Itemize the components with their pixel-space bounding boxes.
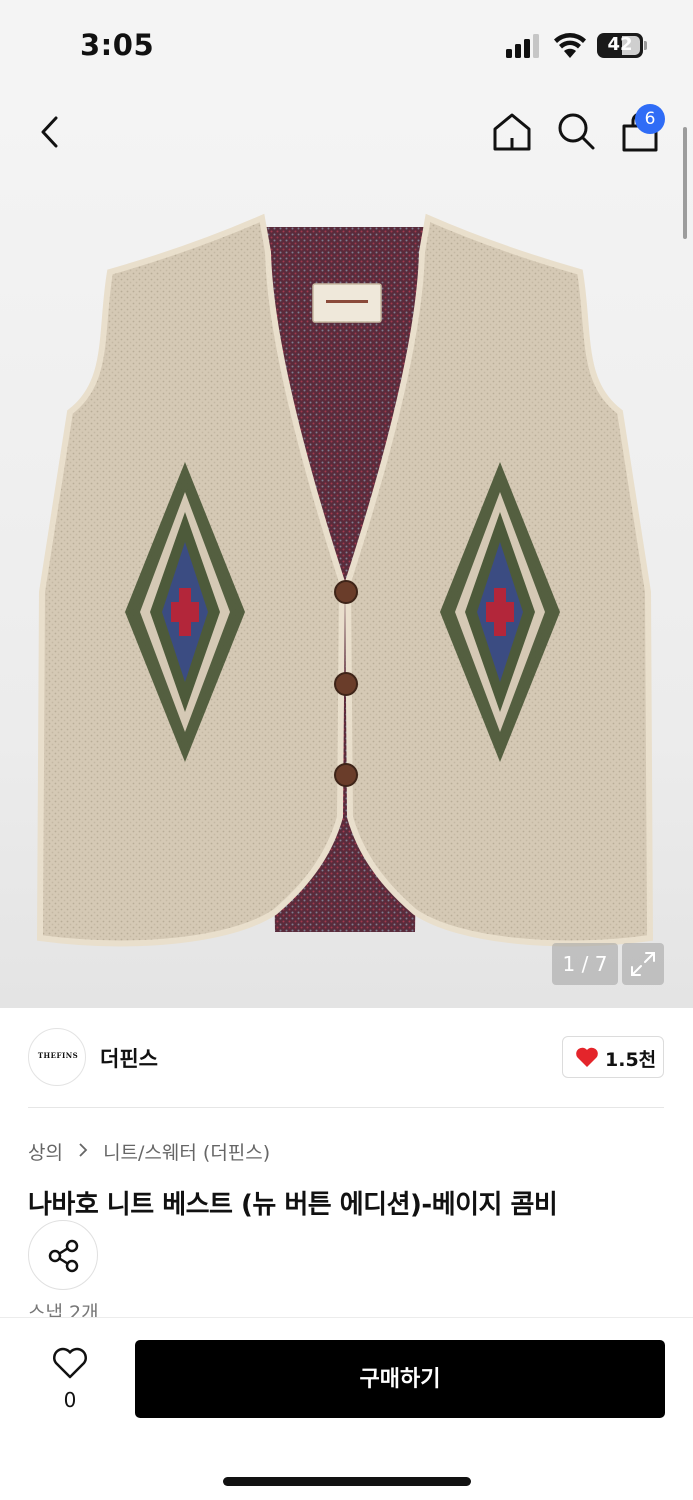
heart-icon (576, 1047, 598, 1067)
breadcrumb-item-category[interactable]: 상의 (28, 1138, 63, 1165)
brand-like-button[interactable]: 1.5천 (562, 1036, 664, 1078)
share-button[interactable] (28, 1220, 98, 1290)
status-bar: 3:05 42 (0, 0, 693, 92)
wifi-icon (554, 33, 586, 58)
search-icon[interactable] (555, 110, 597, 152)
breadcrumb: 상의 니트/스웨터 (더핀스) (28, 1138, 270, 1165)
product-image-gallery[interactable]: 6 1 / 7 (0, 92, 693, 1008)
gallery-counter: 1 / 7 (552, 943, 618, 985)
product-image (36, 213, 654, 947)
home-icon[interactable] (490, 110, 534, 154)
snap-count[interactable]: 스냅 2개 (28, 1298, 99, 1318)
brand-logo[interactable]: THEFINS (28, 1028, 86, 1086)
brand-logo-text: THEFINS (37, 1051, 79, 1060)
back-icon[interactable] (30, 112, 70, 152)
scrollbar[interactable] (683, 127, 687, 239)
signal-icon (506, 34, 539, 58)
home-indicator (223, 1477, 471, 1486)
breadcrumb-item-subcategory[interactable]: 니트/스웨터 (더핀스) (103, 1138, 270, 1165)
brand-like-count: 1.5천 (605, 1049, 657, 1071)
brand-name[interactable]: 더핀스 (100, 1043, 158, 1073)
divider (28, 1107, 664, 1108)
chevron-right-icon (79, 1143, 88, 1157)
heart-outline-icon[interactable] (52, 1346, 88, 1380)
status-time: 3:05 (80, 28, 155, 62)
expand-button[interactable] (622, 943, 664, 985)
brand-row[interactable]: THEFINS 더핀스 1.5천 (0, 1008, 693, 1108)
battery-icon: 42 (597, 33, 647, 58)
wish-count: 0 (63, 1388, 77, 1412)
battery-level: 42 (607, 34, 633, 55)
expand-icon (631, 952, 655, 976)
bottom-action-bar: 0 구매하기 (0, 1317, 693, 1500)
product-title: 나바호 니트 베스트 (뉴 버튼 에디션)-베이지 콤비 (28, 1190, 558, 1220)
share-icon (48, 1239, 79, 1273)
cart-count-badge: 6 (635, 104, 665, 134)
buy-button[interactable]: 구매하기 (135, 1340, 665, 1418)
